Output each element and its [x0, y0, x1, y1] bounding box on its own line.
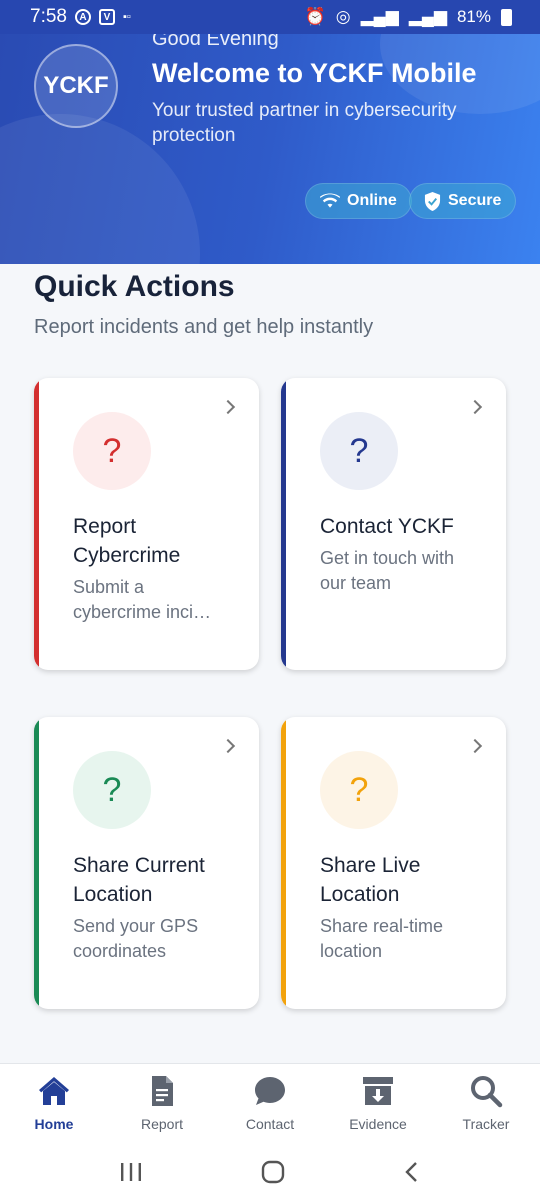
- nav-report[interactable]: Report: [108, 1064, 216, 1143]
- card-accent-bar: [34, 378, 39, 670]
- hotspot-icon: ◎: [335, 7, 351, 26]
- card-accent-bar: [281, 717, 286, 1009]
- online-status-badge: Online: [305, 183, 412, 219]
- battery-icon: [501, 8, 512, 26]
- status-left: 7:58 A V ▪▫: [30, 6, 131, 28]
- nav-evidence[interactable]: Evidence: [324, 1064, 432, 1143]
- report-cybercrime-card[interactable]: ? Report Cybercrime Submit a cybercrime i…: [34, 378, 259, 670]
- card-title: Contact YCKF: [320, 515, 454, 538]
- status-bar: 7:58 A V ▪▫ ⏰ ◎ ▂▄▆ ▂▄▆ 81%: [0, 0, 540, 34]
- carrier-label-icon: ▪▫: [122, 11, 131, 23]
- nav-label: Report: [140, 1116, 184, 1132]
- quick-actions-title: Quick Actions: [34, 270, 235, 303]
- search-icon: [471, 1076, 503, 1108]
- chevron-right-icon: [220, 399, 236, 415]
- chevron-right-icon: [467, 738, 483, 754]
- card-title: Share Live Location: [320, 854, 421, 906]
- help-question-icon: ?: [73, 751, 151, 829]
- alarm-icon: ⏰: [304, 7, 326, 26]
- v-badge-icon: V: [98, 9, 115, 25]
- welcome-title: Welcome to YCKF Mobile: [152, 58, 477, 88]
- nav-home[interactable]: Home: [0, 1064, 108, 1143]
- nav-contact[interactable]: Contact: [216, 1064, 324, 1143]
- a-badge-icon: A: [74, 9, 91, 25]
- card-description: Submit a cybercrime inci…: [73, 575, 238, 625]
- share-current-location-card[interactable]: ? Share Current Location Send your GPS c…: [34, 717, 259, 1009]
- chevron-right-icon: [467, 399, 483, 415]
- help-question-icon: ?: [73, 412, 151, 490]
- card-accent-bar: [281, 378, 286, 670]
- contact-yckf-card[interactable]: ? Contact YCKF Get in touch with our tea…: [281, 378, 506, 670]
- card-accent-bar: [34, 717, 39, 1009]
- nav-tracker[interactable]: Tracker: [432, 1064, 540, 1143]
- nav-label: Home: [34, 1116, 74, 1132]
- battery-level: 81%: [456, 7, 491, 26]
- secure-status-badge: Secure: [409, 183, 517, 219]
- quick-actions-subtitle: Report incidents and get help instantly: [34, 316, 374, 338]
- greeting-text: Good Evening: [152, 34, 279, 50]
- document-icon: [152, 1076, 173, 1106]
- nav-label: Tracker: [462, 1116, 510, 1132]
- yckf-logo: YCKF: [34, 44, 118, 128]
- card-description: Share real-time location: [320, 916, 444, 961]
- help-question-icon: ?: [320, 412, 398, 490]
- chat-bubble-icon: [255, 1077, 285, 1105]
- recents-icon[interactable]: [118, 1161, 144, 1183]
- home-circle-icon[interactable]: [260, 1159, 286, 1185]
- archive-download-icon: [363, 1077, 393, 1105]
- help-question-icon: ?: [320, 751, 398, 829]
- signal-icon-2: ▂▄▆: [408, 7, 447, 26]
- online-label: Online: [347, 192, 397, 209]
- status-right: ⏰ ◎ ▂▄▆ ▂▄▆ 81%: [305, 7, 512, 27]
- bottom-navigation: Home Report Contact Evidence Tracker: [0, 1063, 540, 1143]
- card-description: Get in touch with our team: [320, 548, 455, 593]
- card-description: Send your GPS coordinates: [73, 916, 199, 961]
- home-icon: [39, 1077, 69, 1105]
- card-description-truncated: cybercrime inci…: [73, 602, 212, 622]
- wifi-icon: [320, 193, 340, 208]
- signal-icon: ▂▄▆: [360, 7, 399, 26]
- chevron-right-icon: [220, 738, 236, 754]
- status-time: 7:58: [30, 6, 67, 27]
- tagline-text: Your trusted partner in cybersecurity pr…: [152, 100, 457, 146]
- welcome-header: YCKF Good Evening Welcome to YCKF Mobile…: [0, 34, 540, 264]
- shield-check-icon: [424, 191, 441, 211]
- card-title: Report Cybercrime: [73, 515, 181, 567]
- nav-label: Contact: [245, 1116, 295, 1132]
- nav-label: Evidence: [349, 1116, 407, 1132]
- secure-label: Secure: [448, 192, 502, 209]
- share-live-location-card[interactable]: ? Share Live Location Share real-time lo…: [281, 717, 506, 1009]
- card-title: Share Current Location: [73, 854, 205, 906]
- system-navigation-bar: [0, 1143, 540, 1200]
- back-icon[interactable]: [402, 1160, 422, 1184]
